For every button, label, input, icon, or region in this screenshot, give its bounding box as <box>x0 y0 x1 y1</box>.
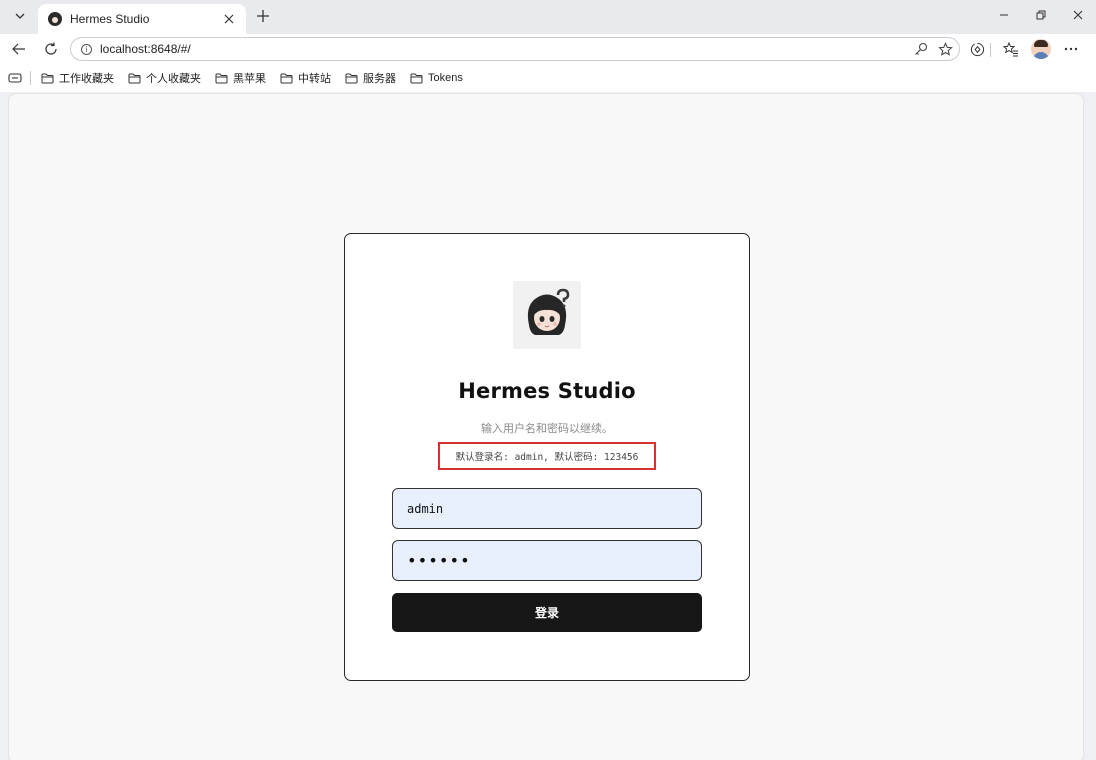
tab-strip: Hermes Studio <box>0 0 1096 34</box>
toolbar-divider <box>990 43 991 57</box>
bookmark-label: 工作收藏夹 <box>59 73 114 85</box>
folder-icon <box>280 73 293 83</box>
bookmarks-bar: 工作收藏夹 个人收藏夹 黑苹果 中转站 服务器 Tokens <box>0 64 1096 92</box>
default-credentials-hint: 默认登录名: admin, 默认密码: 123456 <box>438 442 656 470</box>
bookmarks-divider <box>30 71 31 85</box>
bookmark-folder-relay[interactable]: 中转站 <box>280 70 331 86</box>
bookmark-folder-servers[interactable]: 服务器 <box>345 70 396 86</box>
plus-icon <box>257 10 269 22</box>
favorites-button[interactable] <box>1000 38 1022 60</box>
bookmark-label: 服务器 <box>363 73 396 85</box>
more-button[interactable] <box>1060 38 1082 60</box>
favorites-icon <box>1003 41 1018 56</box>
favorite-button[interactable] <box>935 39 955 59</box>
info-icon[interactable]: i <box>81 43 92 55</box>
username-input[interactable] <box>392 488 702 529</box>
restore-button[interactable] <box>1022 0 1059 30</box>
bookmark-folder-personal[interactable]: 个人收藏夹 <box>128 70 201 86</box>
bookmark-label: 中转站 <box>298 73 331 85</box>
read-aloud-button[interactable] <box>911 39 931 59</box>
close-icon <box>1073 10 1082 20</box>
window-controls <box>985 0 1096 30</box>
bookmark-label: 个人收藏夹 <box>146 73 201 85</box>
extensions-button[interactable] <box>966 38 988 60</box>
app-logo <box>513 281 581 349</box>
tab-close-button[interactable] <box>220 10 238 28</box>
bookmark-label: 黑苹果 <box>233 73 266 85</box>
folder-icon <box>410 73 423 83</box>
avatar <box>1031 39 1051 59</box>
window-close-button[interactable] <box>1059 0 1096 30</box>
tab-actions-icon[interactable] <box>8 72 22 84</box>
browser-toolbar: i localhost:8648/#/ <box>0 34 1096 64</box>
tab-title: Hermes Studio <box>70 12 150 26</box>
login-card: Hermes Studio 输入用户名和密码以继续。 默认登录名: admin,… <box>344 233 750 681</box>
star-icon <box>937 41 953 56</box>
page-viewport: Hermes Studio 输入用户名和密码以继续。 默认登录名: admin,… <box>8 93 1084 760</box>
minimize-icon <box>999 14 1008 16</box>
folder-icon <box>128 73 141 83</box>
address-url[interactable]: localhost:8648/#/ <box>100 42 911 56</box>
key-icon <box>915 42 928 55</box>
password-input[interactable] <box>392 540 702 581</box>
site-favicon-icon <box>48 12 62 26</box>
bookmark-label: Tokens <box>428 72 463 84</box>
page-title: Hermes Studio <box>458 379 636 403</box>
back-button[interactable] <box>8 38 30 60</box>
restore-icon <box>1036 10 1045 20</box>
folder-icon <box>41 73 54 83</box>
app-logo-illustration <box>527 288 570 335</box>
login-subtitle: 输入用户名和密码以继续。 <box>481 423 613 435</box>
login-button[interactable]: 登录 <box>392 593 702 632</box>
ellipsis-icon <box>1064 47 1078 51</box>
bookmark-folder-tokens[interactable]: Tokens <box>410 72 463 84</box>
bookmark-folder-hackintosh[interactable]: 黑苹果 <box>215 70 266 86</box>
reload-button[interactable] <box>40 38 62 60</box>
browser-tab[interactable]: Hermes Studio <box>38 4 246 34</box>
minimize-button[interactable] <box>985 0 1022 30</box>
chevron-down-icon <box>15 13 25 19</box>
extension-icon <box>970 42 984 56</box>
address-bar[interactable]: i localhost:8648/#/ <box>70 37 960 61</box>
close-icon <box>224 14 234 24</box>
reload-icon <box>45 42 57 55</box>
profile-button[interactable] <box>1030 38 1052 60</box>
new-tab-button[interactable] <box>252 5 274 27</box>
folder-icon <box>345 73 358 83</box>
bookmark-folder-work[interactable]: 工作收藏夹 <box>41 70 114 86</box>
folder-icon <box>215 73 228 83</box>
arrow-left-icon <box>12 43 25 55</box>
tab-menu-button[interactable] <box>8 5 32 27</box>
